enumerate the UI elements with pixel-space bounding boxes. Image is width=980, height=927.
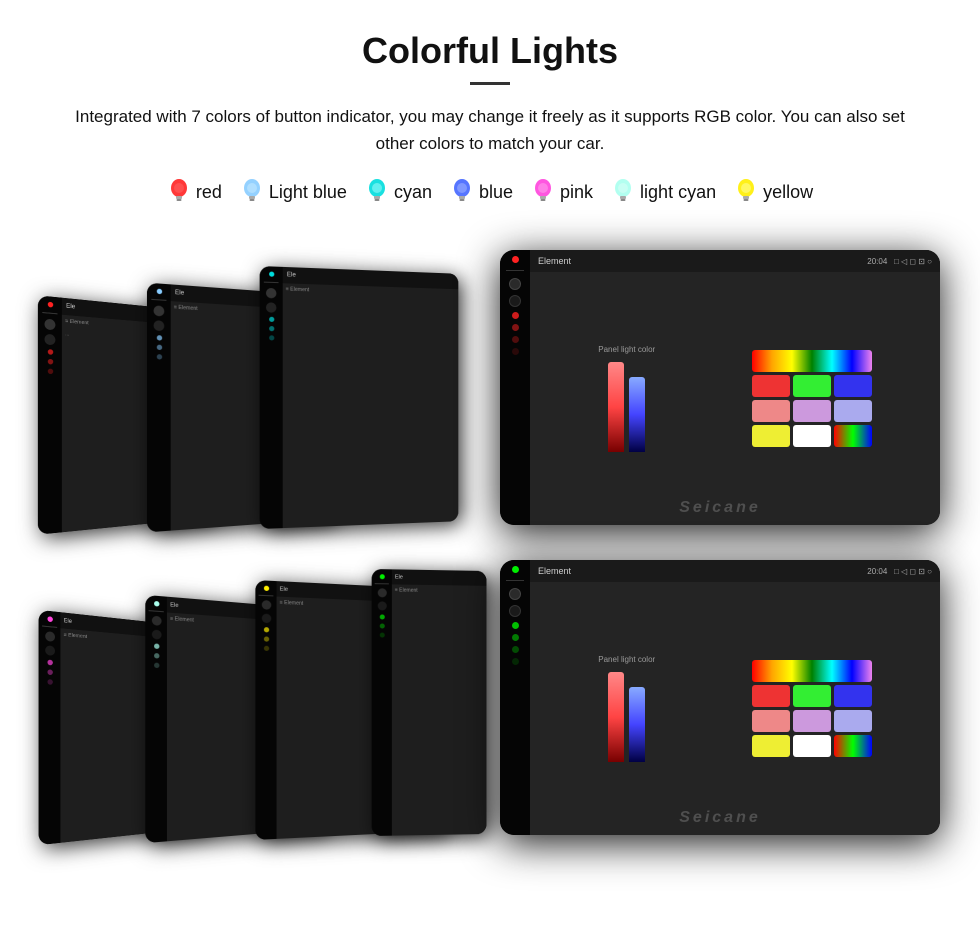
- device-bottom-4: Ele ≡ Element: [372, 569, 487, 836]
- main-device-bottom: Element 20:04 □ ◁ ◻ ⊡ ○ Panel light colo…: [500, 560, 940, 835]
- bar-red-bottom: [608, 672, 624, 762]
- color-label-pink: pink: [560, 182, 593, 203]
- color-item-pink: pink: [531, 177, 593, 207]
- device-card-3: Ele ≡ Element: [260, 266, 459, 529]
- color-grid-top: [752, 350, 872, 447]
- top-device-group: Ele ≡ Element ...: [40, 235, 940, 525]
- pink-bulb-icon: [531, 177, 555, 207]
- color-item-yellow: yellow: [734, 177, 813, 207]
- sidebar-dot-lightcyan-b2: [153, 601, 158, 607]
- panel-light-label-bottom: Panel light color: [598, 655, 655, 664]
- color-label-lightblue: Light blue: [269, 182, 347, 203]
- sidebar-dot-pink-b1: [47, 617, 52, 623]
- bottom-device-group: Ele ≡ Element: [40, 545, 940, 835]
- main-sidebar-dot-red: [512, 256, 519, 263]
- sidebar-dot-lightblue-2: [156, 289, 161, 295]
- color-grid-bottom: [752, 660, 872, 757]
- main-sidebar-dot-green: [512, 566, 519, 573]
- color-item-cyan: cyan: [365, 177, 432, 207]
- rainbow-cell-bottom: [752, 660, 872, 682]
- panel-light-label-top: Panel light color: [598, 345, 655, 354]
- page-title: Colorful Lights: [40, 30, 940, 72]
- sidebar-dot-red-1: [47, 302, 52, 308]
- color-label-yellow: yellow: [763, 182, 813, 203]
- bar-blue-top: [629, 377, 645, 452]
- bar-blue-bottom: [629, 687, 645, 762]
- color-item-lightcyan: light cyan: [611, 177, 716, 207]
- blue-bulb-icon: [450, 177, 474, 207]
- bar-red-top: [608, 362, 624, 452]
- color-label-red: red: [196, 182, 222, 203]
- sidebar-dot-yellow-b3: [263, 586, 268, 591]
- color-label-lightcyan: light cyan: [640, 182, 716, 203]
- color-item-red: red: [167, 177, 222, 207]
- rainbow-cell-top: [752, 350, 872, 372]
- title-divider: [470, 82, 510, 85]
- cyan-bulb-icon: [365, 177, 389, 207]
- page-wrapper: Colorful Lights Integrated with 7 colors…: [0, 0, 980, 865]
- sidebar-dot-cyan-3: [269, 272, 274, 277]
- main-device-top: Element 20:04 □ ◁ ◻ ⊡ ○ Panel light colo…: [500, 250, 940, 525]
- yellow-bulb-icon: [734, 177, 758, 207]
- color-item-blue: blue: [450, 177, 513, 207]
- color-legend-row: red Light blue cyan: [40, 177, 940, 207]
- color-label-blue: blue: [479, 182, 513, 203]
- color-item-lightblue: Light blue: [240, 177, 347, 207]
- sidebar-dot-green-b4: [379, 575, 384, 580]
- lightcyan-bulb-icon: [611, 177, 635, 207]
- lightblue-bulb-icon: [240, 177, 264, 207]
- description-text: Integrated with 7 colors of button indic…: [60, 103, 920, 157]
- red-bulb-icon: [167, 177, 191, 207]
- color-label-cyan: cyan: [394, 182, 432, 203]
